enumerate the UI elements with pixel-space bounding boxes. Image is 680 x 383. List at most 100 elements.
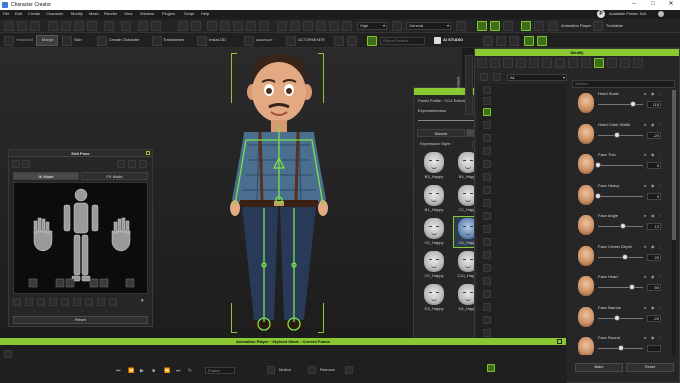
- lock-icon[interactable]: ●: [644, 335, 646, 340]
- zoom-icon[interactable]: [316, 21, 326, 31]
- reallusion-hub-icon[interactable]: [121, 21, 131, 31]
- tree-item-icon[interactable]: [483, 86, 491, 94]
- tree-item-icon[interactable]: [483, 225, 491, 233]
- pose-tool-d-icon[interactable]: [128, 160, 136, 168]
- morph-button[interactable]: Morph: [42, 37, 53, 43]
- tree-item-icon[interactable]: [483, 134, 491, 142]
- pan-icon[interactable]: [303, 21, 313, 31]
- modify-tab-h-icon[interactable]: [568, 58, 578, 68]
- camera-icon[interactable]: [277, 21, 287, 31]
- morph-slider-value[interactable]: [647, 345, 661, 352]
- lock-icon[interactable]: ●: [644, 305, 646, 310]
- morph-slider-value[interactable]: 12: [647, 223, 661, 230]
- eye-icon[interactable]: ◉: [651, 152, 655, 157]
- pose-tool-b-icon[interactable]: [22, 160, 30, 168]
- toolbar-icon-b[interactable]: [496, 36, 506, 46]
- tree-item-icon[interactable]: [483, 173, 491, 181]
- tree-item-icon[interactable]: [483, 290, 491, 298]
- content-side-tab[interactable]: Content: [456, 55, 473, 115]
- tab-fk-mode[interactable]: FK Mode: [81, 172, 148, 180]
- menu-icon[interactable]: ⋮: [658, 183, 662, 188]
- morph-slider-value[interactable]: 110: [647, 101, 661, 108]
- open-project-icon[interactable]: [17, 21, 27, 31]
- import-icon[interactable]: [48, 21, 58, 31]
- menu-help[interactable]: Help: [201, 11, 209, 17]
- tree-item-icon[interactable]: [483, 329, 491, 337]
- menu-view[interactable]: View: [124, 11, 133, 17]
- panel-close-icon[interactable]: [146, 151, 150, 155]
- bake-button[interactable]: Bake: [575, 363, 623, 372]
- morph-slider-value[interactable]: -20: [647, 131, 661, 139]
- eye-icon[interactable]: ◉: [651, 305, 655, 310]
- morph-slider-knob[interactable]: [619, 223, 626, 229]
- tree-item-icon[interactable]: [483, 160, 491, 168]
- export-fbx-icon[interactable]: [87, 21, 97, 31]
- timeline-toggle-icon[interactable]: [487, 364, 495, 372]
- transformer-icon[interactable]: [152, 36, 162, 46]
- cloud-icon[interactable]: [138, 21, 148, 31]
- toolbar-icon-c[interactable]: [509, 36, 519, 46]
- headshot-button[interactable]: Headshot: [16, 37, 33, 43]
- modify-tab-d-icon[interactable]: [516, 58, 526, 68]
- menu-modify[interactable]: Modify: [71, 11, 83, 17]
- tree-item-icon[interactable]: [483, 251, 491, 259]
- display-icon[interactable]: [534, 21, 544, 31]
- morph-slider-track[interactable]: [598, 317, 643, 319]
- send-to-iclone-icon[interactable]: [104, 21, 114, 31]
- toolbar-icon-d[interactable]: [524, 36, 534, 46]
- eye-icon[interactable]: ◉: [651, 91, 655, 96]
- morph-slider-knob[interactable]: [630, 101, 637, 107]
- render-settings-icon[interactable]: [392, 21, 402, 31]
- user-icon[interactable]: [658, 11, 664, 17]
- morph-slider-value[interactable]: 0: [647, 162, 661, 169]
- character-model[interactable]: [224, 50, 334, 340]
- menu-icon[interactable]: ⋮: [658, 213, 662, 218]
- plugin-b-icon[interactable]: [347, 36, 357, 46]
- menu-edit[interactable]: Edit: [15, 11, 22, 17]
- create-character-button[interactable]: Create Character: [109, 37, 140, 43]
- instalod-button[interactable]: InstaLOD: [209, 37, 226, 43]
- animation-player-icon[interactable]: [548, 21, 558, 31]
- new-project-icon[interactable]: [4, 21, 14, 31]
- motion-icon[interactable]: [267, 366, 275, 374]
- close-icon[interactable]: ✕: [663, 0, 679, 10]
- modify-reset-button[interactable]: Reset: [626, 363, 674, 372]
- tree-item-icon[interactable]: [483, 97, 491, 105]
- expression-thumb[interactable]: C9_Happy: [420, 250, 448, 280]
- morph-slider-track[interactable]: [598, 134, 643, 136]
- slider-search-input[interactable]: Search: [572, 80, 675, 88]
- chevron-down-icon[interactable]: ▾: [141, 298, 144, 304]
- skip-end-icon[interactable]: ⏭: [176, 368, 181, 374]
- tree-item-icon[interactable]: [483, 238, 491, 246]
- fit-view-icon[interactable]: [329, 21, 339, 31]
- morph-slider-track[interactable]: [598, 287, 643, 288]
- modify-tab-c-icon[interactable]: [503, 58, 513, 68]
- tree-item-icon[interactable]: [483, 186, 491, 194]
- skin-button[interactable]: Skin: [74, 37, 82, 43]
- lock-icon[interactable]: ●: [644, 183, 646, 188]
- play-range-icon[interactable]: [4, 350, 12, 358]
- modify-tab-b-icon[interactable]: [490, 58, 500, 68]
- expression-thumb[interactable]: D3_Happy: [420, 283, 448, 313]
- lock-icon[interactable]: ●: [644, 274, 646, 279]
- headshot-icon[interactable]: [4, 36, 14, 46]
- morph-slider-value[interactable]: 20: [647, 253, 661, 261]
- modify-tab-e-icon[interactable]: [529, 58, 539, 68]
- transformer-button[interactable]: Transformer: [163, 37, 185, 43]
- menu-mesh[interactable]: Mesh: [89, 11, 99, 17]
- object-search-input[interactable]: Object Search: [380, 37, 425, 45]
- modify-tab-k-icon[interactable]: [620, 58, 630, 68]
- morph-slider-value[interactable]: 0: [647, 192, 661, 200]
- eye-icon[interactable]: ◉: [651, 335, 655, 340]
- pose-option-i-icon[interactable]: [109, 298, 117, 306]
- add-icon[interactable]: [480, 73, 488, 81]
- morph-slider-knob[interactable]: [613, 131, 620, 138]
- menu-render[interactable]: Render: [104, 11, 117, 17]
- tree-item-icon[interactable]: [483, 303, 491, 311]
- menu-character[interactable]: Character: [46, 11, 64, 17]
- pose-tool-c-icon[interactable]: [117, 160, 125, 168]
- remove-button[interactable]: Remove: [320, 367, 335, 373]
- minimize-icon[interactable]: –: [626, 0, 642, 10]
- tree-item-icon[interactable]: [483, 147, 491, 155]
- undo-icon[interactable]: [178, 21, 188, 31]
